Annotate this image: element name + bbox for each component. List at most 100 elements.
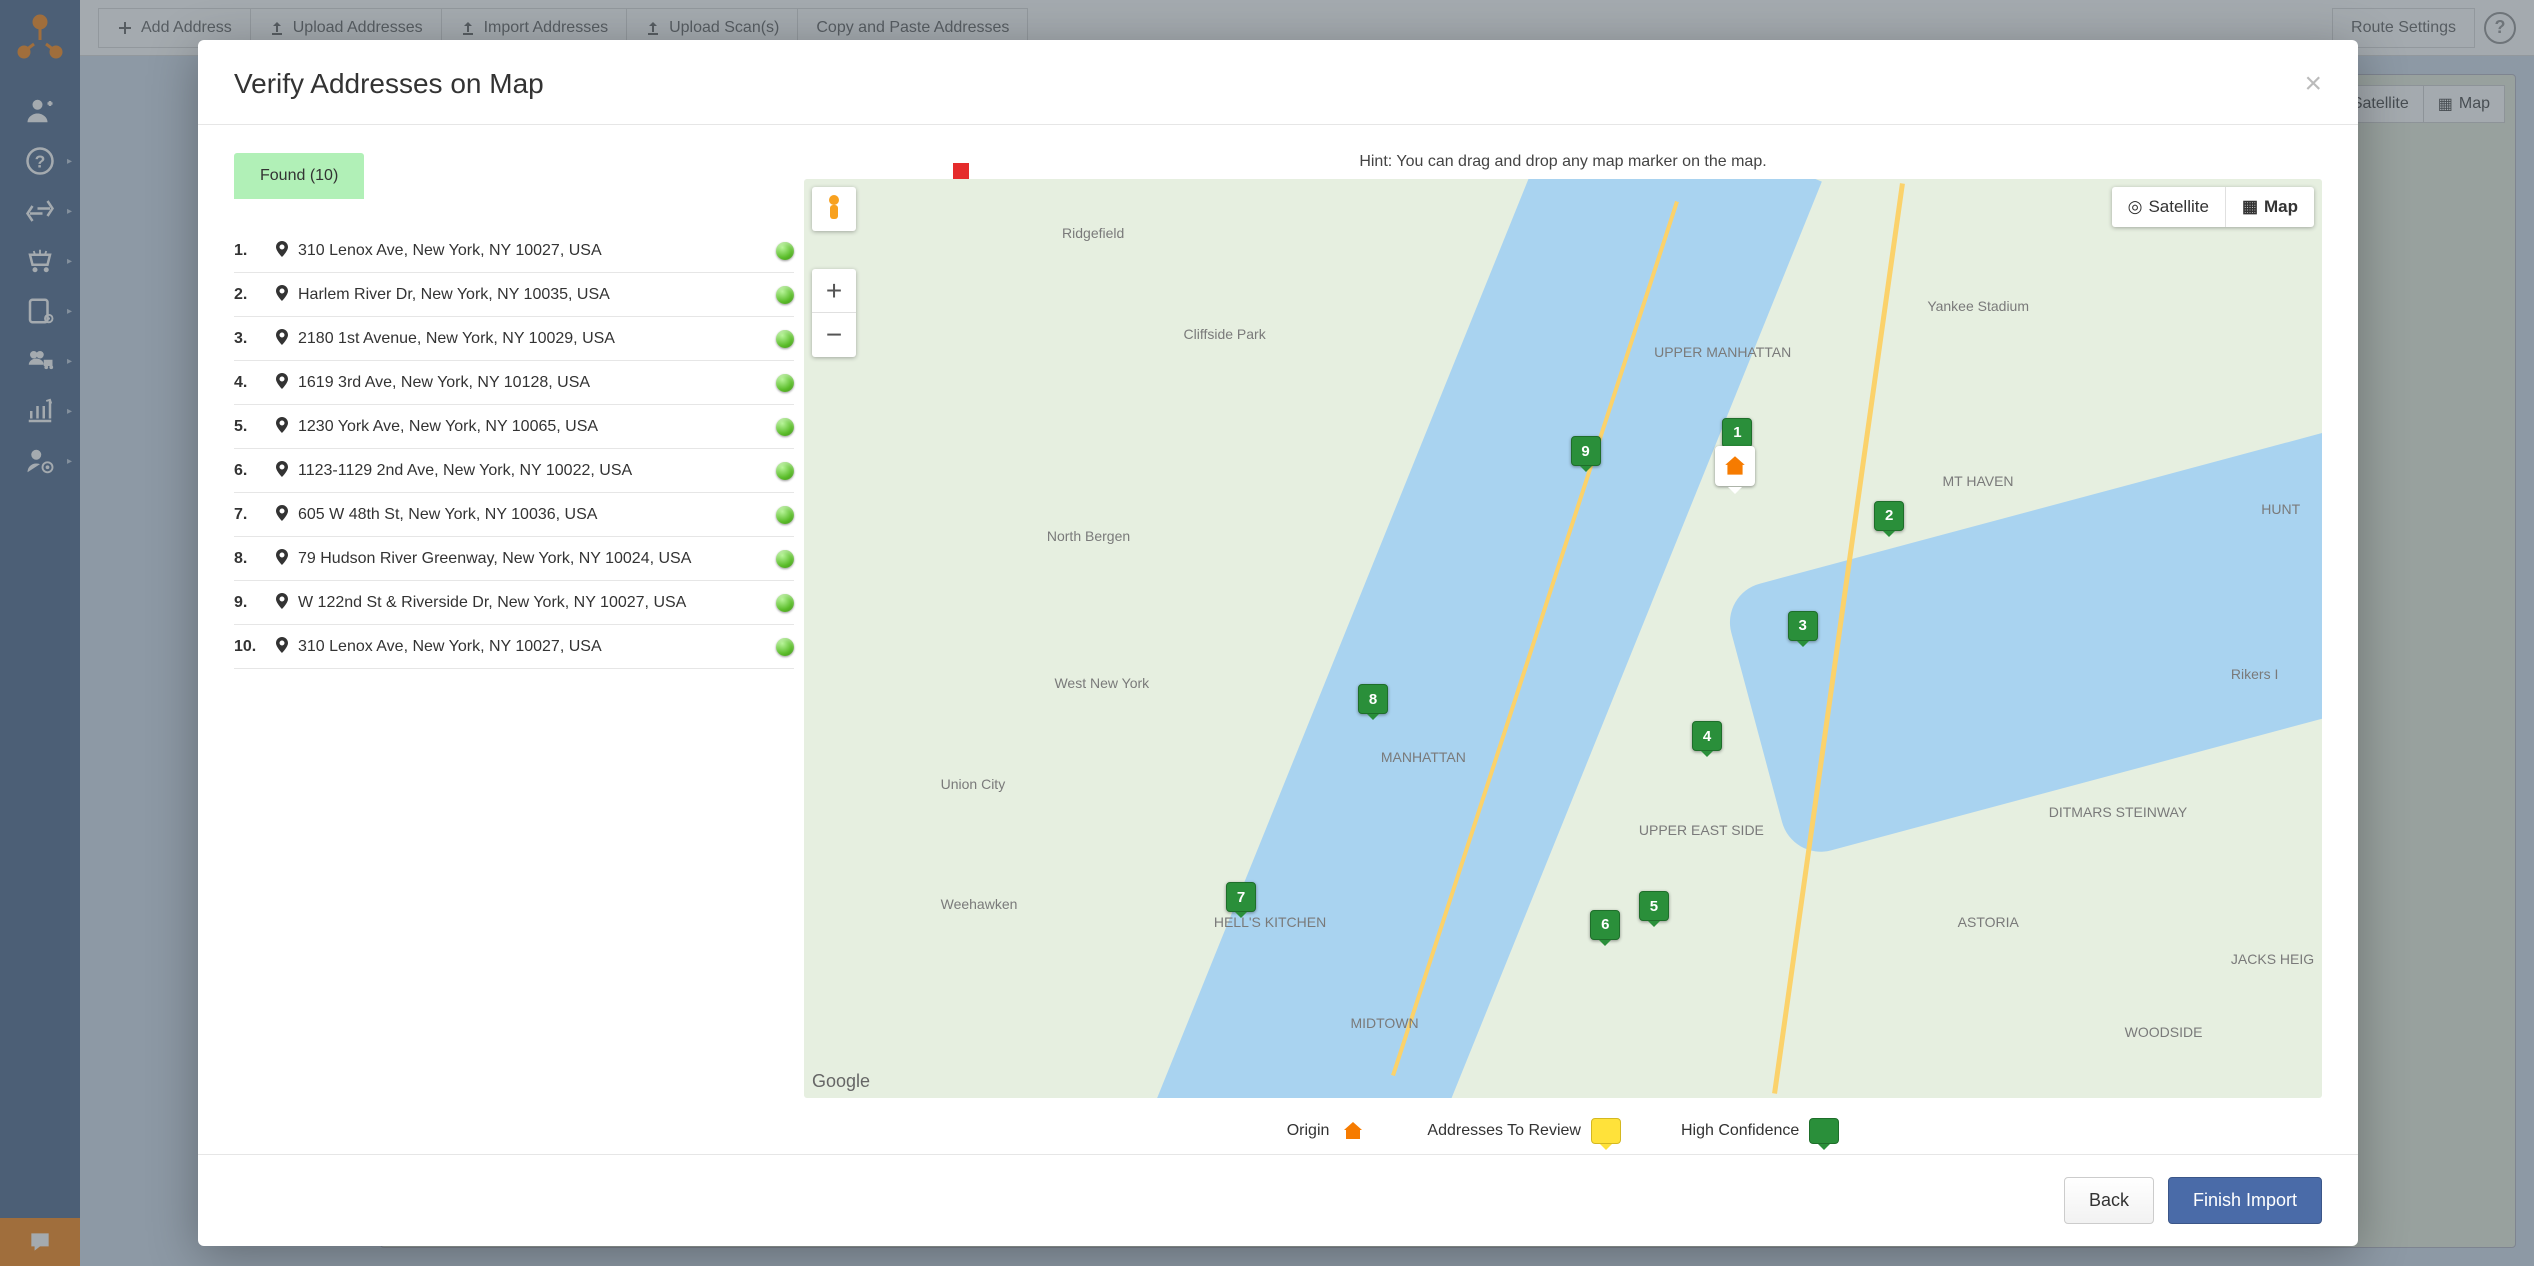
address-row[interactable]: 8. 79 Hudson River Greenway, New York, N…	[234, 537, 794, 581]
map-area-label: MANHATTAN	[1381, 749, 1466, 765]
satellite-toggle[interactable]: ◎ Satellite	[2112, 187, 2226, 227]
pin-icon	[270, 549, 294, 568]
map[interactable]: Ridgefield Cliffside Park North Bergen West…	[804, 179, 2322, 1098]
address-list-panel: Found (10) 1. 310 Lenox Ave, New York, N…	[234, 153, 794, 1154]
house-icon	[1722, 453, 1748, 479]
map-area-label: MT HAVEN	[1943, 473, 2014, 489]
address-row[interactable]: 1. 310 Lenox Ave, New York, NY 10027, US…	[234, 229, 794, 273]
status-dot	[776, 594, 794, 612]
map-area-label: North Bergen	[1047, 528, 1130, 544]
pin-icon	[270, 593, 294, 612]
zoom-controls: + −	[812, 269, 856, 357]
map-marker[interactable]: 8	[1358, 684, 1388, 714]
address-row[interactable]: 5. 1230 York Ave, New York, NY 10065, US…	[234, 405, 794, 449]
legend-review: Addresses To Review	[1427, 1118, 1621, 1144]
pin-icon	[270, 373, 294, 392]
address-number: 8.	[234, 550, 270, 568]
map-panel: Hint: You can drag and drop any map mark…	[804, 153, 2322, 1154]
address-row[interactable]: 4. 1619 3rd Ave, New York, NY 10128, USA	[234, 361, 794, 405]
address-row[interactable]: 9. W 122nd St & Riverside Dr, New York, …	[234, 581, 794, 625]
map-area-label: West New York	[1054, 675, 1149, 691]
pin-icon	[270, 637, 294, 656]
map-area-label: UPPER MANHATTAN	[1654, 344, 1791, 360]
map-marker[interactable]: 7	[1226, 882, 1256, 912]
zoom-in-button[interactable]: +	[812, 269, 856, 313]
status-dot	[776, 242, 794, 260]
address-text: Harlem River Dr, New York, NY 10035, USA	[294, 286, 776, 304]
map-area-label: DITMARS STEINWAY	[2049, 804, 2187, 820]
house-icon	[1339, 1119, 1367, 1143]
map-area-label: Yankee Stadium	[1927, 298, 2029, 314]
address-row[interactable]: 10. 310 Lenox Ave, New York, NY 10027, U…	[234, 625, 794, 669]
pin-icon	[270, 461, 294, 480]
address-text: 310 Lenox Ave, New York, NY 10027, USA	[294, 638, 776, 656]
pin-icon	[270, 329, 294, 348]
legend: Origin Addresses To Review High Confiden…	[804, 1098, 2322, 1154]
address-number: 10.	[234, 638, 270, 656]
address-number: 3.	[234, 330, 270, 348]
map-area-label: Rikers I	[2231, 666, 2278, 682]
address-row[interactable]: 3. 2180 1st Avenue, New York, NY 10029, …	[234, 317, 794, 361]
address-number: 9.	[234, 594, 270, 612]
modal-title: Verify Addresses on Map	[234, 68, 544, 100]
map-area-label: HELL'S KITCHEN	[1214, 914, 1326, 930]
verify-addresses-modal: Verify Addresses on Map × Found (10) 1. …	[198, 40, 2358, 1246]
address-text: W 122nd St & Riverside Dr, New York, NY …	[294, 594, 776, 612]
map-area-label: WOODSIDE	[2125, 1024, 2203, 1040]
address-number: 2.	[234, 286, 270, 304]
pin-icon	[270, 505, 294, 524]
status-dot	[776, 286, 794, 304]
map-area-label: HUNT	[2261, 501, 2300, 517]
map-marker[interactable]: 6	[1590, 910, 1620, 940]
close-icon[interactable]: ×	[2304, 69, 2322, 99]
back-button[interactable]: Back	[2064, 1177, 2154, 1224]
address-row[interactable]: 7. 605 W 48th St, New York, NY 10036, US…	[234, 493, 794, 537]
map-area-label: JACKS HEIG	[2231, 951, 2314, 967]
address-number: 1.	[234, 242, 270, 260]
found-tab[interactable]: Found (10)	[234, 153, 364, 199]
map-marker[interactable]: 2	[1874, 501, 1904, 531]
map-area-label: MIDTOWN	[1350, 1015, 1418, 1031]
pin-icon	[270, 417, 294, 436]
address-number: 5.	[234, 418, 270, 436]
origin-marker[interactable]	[1715, 446, 1755, 486]
google-logo: Google	[812, 1071, 870, 1092]
status-dot	[776, 550, 794, 568]
map-area-label: Cliffside Park	[1184, 326, 1266, 342]
map-area-label: Weehawken	[941, 896, 1018, 912]
map-marker[interactable]: 5	[1639, 891, 1669, 921]
status-dot	[776, 506, 794, 524]
map-area-label: Ridgefield	[1062, 225, 1124, 241]
map-marker[interactable]: 9	[1571, 436, 1601, 466]
address-number: 7.	[234, 506, 270, 524]
map-toggle[interactable]: ▦ Map	[2226, 187, 2314, 227]
zoom-out-button[interactable]: −	[812, 313, 856, 357]
status-dot	[776, 330, 794, 348]
address-text: 1123-1129 2nd Ave, New York, NY 10022, U…	[294, 462, 776, 480]
map-marker[interactable]: 4	[1692, 721, 1722, 751]
status-dot	[776, 374, 794, 392]
map-area-label: Union City	[941, 776, 1006, 792]
map-area-label: ASTORIA	[1958, 914, 2019, 930]
streetview-pegman[interactable]	[812, 187, 856, 231]
map-type-controls: ◎ Satellite ▦ Map	[2112, 187, 2314, 227]
pin-icon	[270, 241, 294, 260]
status-dot	[776, 638, 794, 656]
address-text: 2180 1st Avenue, New York, NY 10029, USA	[294, 330, 776, 348]
legend-origin: Origin	[1287, 1119, 1368, 1143]
address-text: 605 W 48th St, New York, NY 10036, USA	[294, 506, 776, 524]
legend-high-confidence: High Confidence	[1681, 1118, 1839, 1144]
address-text: 1230 York Ave, New York, NY 10065, USA	[294, 418, 776, 436]
finish-import-button[interactable]: Finish Import	[2168, 1177, 2322, 1224]
address-text: 79 Hudson River Greenway, New York, NY 1…	[294, 550, 776, 568]
address-row[interactable]: 2. Harlem River Dr, New York, NY 10035, …	[234, 273, 794, 317]
status-dot	[776, 418, 794, 436]
status-dot	[776, 462, 794, 480]
map-marker[interactable]: 3	[1788, 611, 1818, 641]
map-area-label: UPPER EAST SIDE	[1639, 822, 1764, 838]
address-row[interactable]: 6. 1123-1129 2nd Ave, New York, NY 10022…	[234, 449, 794, 493]
pin-icon	[270, 285, 294, 304]
map-hint: Hint: You can drag and drop any map mark…	[804, 153, 2322, 171]
address-text: 310 Lenox Ave, New York, NY 10027, USA	[294, 242, 776, 260]
map-marker[interactable]: 1	[1722, 418, 1752, 448]
